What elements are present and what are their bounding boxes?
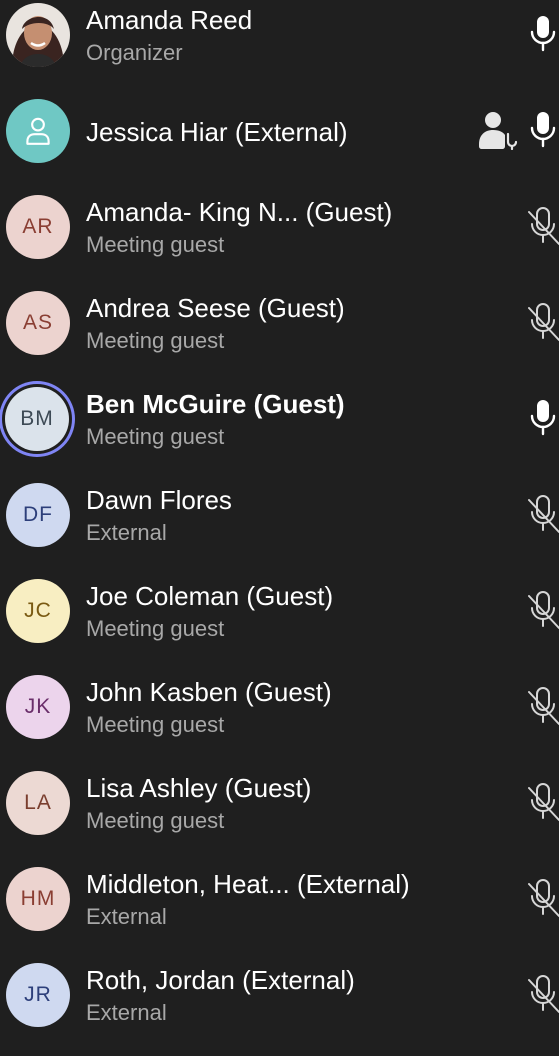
mic-muted-icon[interactable] <box>526 206 559 246</box>
mic-muted-icon[interactable] <box>526 494 559 534</box>
participant-name: Joe Coleman (Guest) <box>86 581 334 611</box>
avatar: BM <box>5 387 69 451</box>
avatar: JC <box>6 579 70 643</box>
avatar-initials: HM <box>20 887 56 910</box>
participant-row[interactable]: JK John Kasben (Guest) Meeting guest <box>0 672 559 768</box>
mic-muted-icon[interactable] <box>526 974 559 1014</box>
mic-muted-icon[interactable] <box>526 878 559 918</box>
participant-name: Amanda- King N... (Guest) <box>86 197 393 227</box>
participant-name: Ben McGuire (Guest) <box>86 389 345 419</box>
person-icon <box>21 114 55 148</box>
avatar <box>6 3 70 67</box>
avatar-initials: JR <box>24 983 52 1006</box>
participant-role: Meeting guest <box>86 232 225 257</box>
avatar-initials: JK <box>24 695 52 718</box>
participant-name: Middleton, Heat... (External) <box>86 869 410 899</box>
mic-icon[interactable] <box>526 110 559 150</box>
avatar-initials: JC <box>24 599 52 622</box>
avatar: JK <box>6 675 70 739</box>
participant-role: External <box>86 520 167 545</box>
avatar: LA <box>6 771 70 835</box>
participant-name: Amanda Reed <box>86 5 253 35</box>
participant-row[interactable]: BM Ben McGuire (Guest) Meeting guest <box>0 384 559 480</box>
participant-name: Roth, Jordan (External) <box>86 965 355 995</box>
participant-row[interactable]: Jessica Hiar (External) <box>0 96 559 192</box>
participant-row[interactable]: AS Andrea Seese (Guest) Meeting guest <box>0 288 559 384</box>
participant-role: Meeting guest <box>86 328 225 353</box>
avatar: DF <box>6 483 70 547</box>
participant-row[interactable]: JC Joe Coleman (Guest) Meeting guest <box>0 576 559 672</box>
participant-row[interactable]: JR Roth, Jordan (External) External <box>0 960 559 1056</box>
mic-icon[interactable] <box>526 398 559 438</box>
participant-role: Organizer <box>86 40 183 65</box>
participant-row[interactable]: AR Amanda- King N... (Guest) Meeting guest <box>0 192 559 288</box>
avatar-initials: AR <box>22 215 54 238</box>
participant-row[interactable]: LA Lisa Ashley (Guest) Meeting guest <box>0 768 559 864</box>
participant-row[interactable]: DF Dawn Flores External <box>0 480 559 576</box>
participant-name: John Kasben (Guest) <box>86 677 332 707</box>
participant-name: Andrea Seese (Guest) <box>86 293 345 323</box>
avatar-initials: DF <box>23 503 53 526</box>
participant-row[interactable]: HM Middleton, Heat... (External) External <box>0 864 559 960</box>
avatar-initials: AS <box>22 311 53 334</box>
participant-name: Dawn Flores <box>86 485 232 515</box>
mic-muted-icon[interactable] <box>526 782 559 822</box>
avatar: JR <box>6 963 70 1027</box>
participant-role: Meeting guest <box>86 712 225 737</box>
participant-role: Meeting guest <box>86 616 225 641</box>
mic-muted-icon[interactable] <box>526 686 559 726</box>
mic-muted-icon[interactable] <box>526 302 559 342</box>
avatar: AS <box>6 291 70 355</box>
participant-name: Jessica Hiar (External) <box>86 117 348 147</box>
participant-role: External <box>86 904 167 929</box>
participant-role: External <box>86 1000 167 1025</box>
mic-icon[interactable] <box>526 14 559 54</box>
mic-muted-icon[interactable] <box>526 590 559 630</box>
participant-role: Meeting guest <box>86 808 225 833</box>
avatar: HM <box>6 867 70 931</box>
participant-row[interactable]: Amanda Reed Organizer <box>0 0 559 96</box>
presenter-icon <box>477 110 519 151</box>
avatar: AR <box>6 195 70 259</box>
avatar <box>6 99 70 163</box>
participant-name: Lisa Ashley (Guest) <box>86 773 312 803</box>
avatar-initials: BM <box>20 407 54 430</box>
avatar-initials: LA <box>24 791 52 814</box>
participant-role: Meeting guest <box>86 424 225 449</box>
